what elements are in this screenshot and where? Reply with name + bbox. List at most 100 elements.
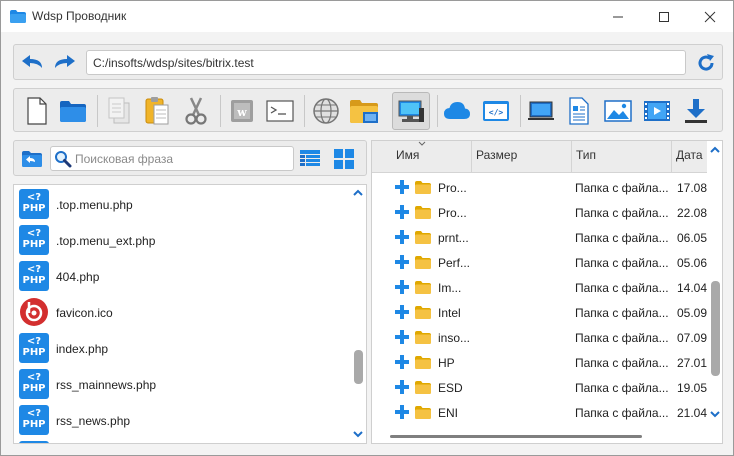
back-button[interactable] bbox=[19, 52, 45, 72]
download-icon bbox=[685, 99, 707, 123]
left-panel-header bbox=[13, 140, 367, 176]
scroll-up-button[interactable] bbox=[707, 143, 722, 157]
forward-button[interactable] bbox=[52, 52, 78, 72]
folder-name: Pro... bbox=[438, 206, 467, 220]
scroll-thumb[interactable] bbox=[354, 350, 363, 384]
maximize-button[interactable] bbox=[641, 1, 687, 32]
refresh-button[interactable] bbox=[694, 51, 718, 75]
folder-icon bbox=[415, 406, 431, 419]
file-row[interactable]: <? PHP 404.php bbox=[14, 258, 348, 294]
table-row[interactable]: HP Папка с файла... 27.01.2 bbox=[372, 350, 717, 375]
code-button[interactable]: </> bbox=[477, 92, 515, 130]
file-row[interactable]: <? PHP rss_mainnews.php bbox=[14, 366, 348, 402]
expand-icon[interactable] bbox=[395, 255, 409, 269]
rename-icon: w bbox=[231, 100, 253, 122]
chevron-up-icon bbox=[710, 146, 720, 153]
column-header-name[interactable]: Имя bbox=[372, 141, 472, 173]
paste-button[interactable] bbox=[138, 92, 176, 130]
table-row[interactable]: prnt... Папка с файла... 06.05.2 bbox=[372, 225, 717, 250]
expand-icon[interactable] bbox=[395, 305, 409, 319]
horizontal-scrollbar[interactable] bbox=[372, 429, 708, 443]
folder-name: inso... bbox=[438, 331, 471, 345]
explorer-button[interactable] bbox=[345, 92, 383, 130]
file-name: favicon.ico bbox=[56, 306, 113, 320]
copy-button[interactable] bbox=[100, 92, 138, 130]
table-row[interactable]: Perf... Папка с файла... 05.06.2 bbox=[372, 250, 717, 275]
terminal-icon bbox=[266, 100, 294, 122]
expand-icon[interactable] bbox=[395, 205, 409, 219]
file-row[interactable]: <? PHP index.php bbox=[14, 330, 348, 366]
file-row[interactable]: <? PHP .top.menu.php bbox=[14, 186, 348, 222]
cut-button[interactable] bbox=[177, 92, 215, 130]
document-icon bbox=[569, 97, 589, 125]
scroll-up-button[interactable] bbox=[350, 186, 366, 200]
column-header-date[interactable]: Дата bbox=[672, 141, 708, 173]
chevron-down-icon bbox=[353, 431, 363, 438]
image-button[interactable] bbox=[599, 92, 637, 130]
expand-icon[interactable] bbox=[395, 280, 409, 294]
monitor-button[interactable] bbox=[522, 92, 560, 130]
file-row[interactable]: <? PHP rss_news.php bbox=[14, 402, 348, 438]
video-button[interactable] bbox=[638, 92, 676, 130]
folder-icon bbox=[415, 181, 431, 194]
cloud-button[interactable] bbox=[438, 92, 476, 130]
new-file-icon bbox=[27, 97, 47, 125]
column-label: Дата bbox=[676, 148, 703, 162]
file-row[interactable]: favicon.ico bbox=[14, 294, 348, 330]
expand-icon[interactable] bbox=[395, 180, 409, 194]
expand-icon[interactable] bbox=[395, 380, 409, 394]
expand-icon[interactable] bbox=[395, 330, 409, 344]
grid-view-button[interactable] bbox=[332, 147, 356, 171]
table-row[interactable]: inso... Папка с файла... 07.09.2 bbox=[372, 325, 717, 350]
folder-icon bbox=[415, 356, 431, 369]
close-icon bbox=[704, 11, 716, 22]
folder-icon bbox=[415, 206, 431, 219]
table-row[interactable]: ENI Папка с файла... 21.04.2 bbox=[372, 400, 717, 425]
folder-type: Папка с файла... bbox=[575, 206, 669, 220]
folder-name: Im... bbox=[438, 281, 462, 295]
search-box bbox=[50, 146, 294, 171]
expand-icon[interactable] bbox=[395, 405, 409, 419]
table-row[interactable]: Im... Папка с файла... 14.04.2 bbox=[372, 275, 717, 300]
minimize-button[interactable] bbox=[595, 1, 641, 32]
table-row[interactable]: Pro... Папка с файла... 17.08.2 bbox=[372, 175, 717, 200]
scroll-thumb[interactable] bbox=[711, 281, 720, 376]
table-row[interactable]: ESD Папка с файла... 19.05.2 bbox=[372, 375, 717, 400]
file-name: .top.menu_ext.php bbox=[56, 234, 156, 248]
scroll-down-button[interactable] bbox=[707, 407, 722, 421]
expand-icon[interactable] bbox=[395, 230, 409, 244]
php-icon: <? PHP bbox=[19, 189, 49, 219]
column-header-type[interactable]: Тип bbox=[572, 141, 672, 173]
right-scrollbar[interactable] bbox=[707, 141, 722, 429]
document-button[interactable] bbox=[560, 92, 598, 130]
path-input[interactable] bbox=[86, 50, 686, 75]
table-row[interactable]: Pro... Папка с файла... 22.08.2 bbox=[372, 200, 717, 225]
expand-icon[interactable] bbox=[395, 355, 409, 369]
refresh-icon bbox=[698, 54, 714, 71]
rename-button[interactable]: w bbox=[223, 92, 261, 130]
toolbar-separator bbox=[520, 95, 521, 127]
window-title: Wdsp Проводник bbox=[32, 9, 127, 23]
download-button[interactable] bbox=[677, 92, 715, 130]
chevron-down-icon bbox=[710, 411, 720, 418]
column-header-size[interactable]: Размер bbox=[472, 141, 572, 173]
file-row[interactable]: <? PHP .top.menu_ext.php bbox=[14, 222, 348, 258]
scroll-thumb[interactable] bbox=[390, 435, 642, 438]
computer-button[interactable] bbox=[392, 92, 430, 130]
table-row[interactable]: Intel Папка с файла... 05.09.2 bbox=[372, 300, 717, 325]
new-file-button[interactable] bbox=[17, 92, 55, 130]
scroll-down-button[interactable] bbox=[350, 427, 366, 441]
file-row[interactable] bbox=[14, 438, 348, 443]
folder-type: Папка с файла... bbox=[575, 281, 669, 295]
parent-folder-button[interactable] bbox=[20, 147, 44, 171]
toolbar: w </> bbox=[13, 88, 723, 132]
close-button[interactable] bbox=[687, 1, 733, 32]
list-view-button[interactable] bbox=[298, 147, 322, 171]
address-bar bbox=[13, 44, 723, 80]
terminal-button[interactable] bbox=[261, 92, 299, 130]
browser-button[interactable] bbox=[307, 92, 345, 130]
left-scrollbar[interactable] bbox=[350, 185, 366, 443]
new-folder-button[interactable] bbox=[54, 92, 92, 130]
search-input[interactable] bbox=[75, 149, 290, 168]
php-icon: <? PHP bbox=[19, 405, 49, 435]
